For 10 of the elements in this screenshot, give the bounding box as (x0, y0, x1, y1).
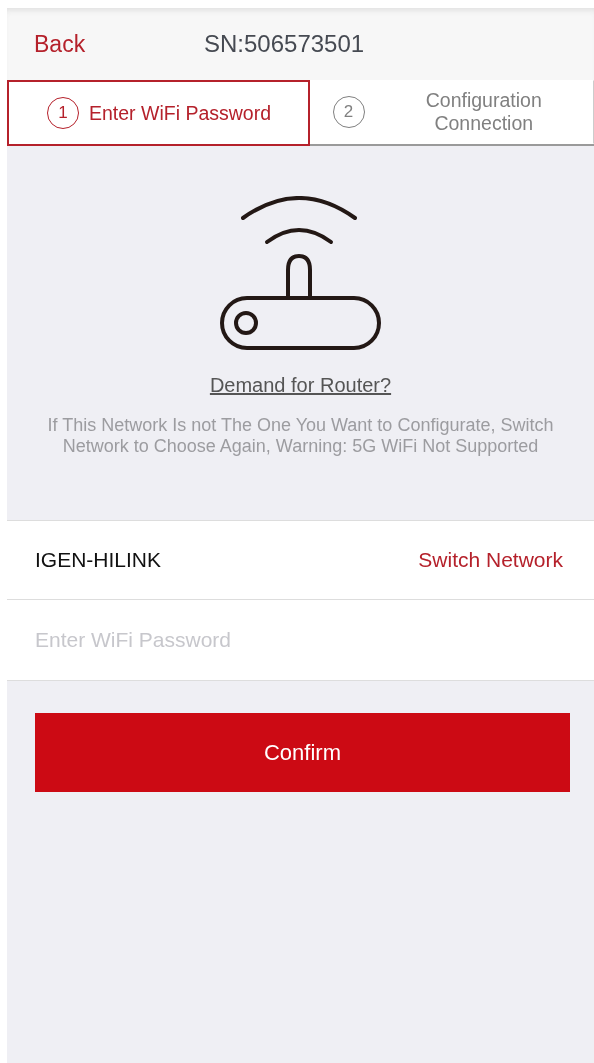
step-tab[interactable]: 2 Configuration Connection (309, 80, 594, 144)
password-field[interactable]: Enter WiFi Password (7, 600, 594, 681)
confirm-button[interactable]: Confirm (35, 713, 570, 792)
router-help-link[interactable]: Demand for Router? (209, 374, 392, 397)
page-title: SN:506573501 (204, 30, 365, 58)
back-link[interactable]: Back (34, 30, 204, 58)
network-name: IGEN-HILINK (35, 548, 162, 572)
network-hint: If This Network Is not The One You Want to Configurate, Switch Network to Choose Again, Warning: 5G WiFi Not Supported (46, 415, 555, 457)
switch-network-link[interactable]: Switch Network (418, 548, 563, 572)
step-tab[interactable]: 1 Enter WiFi Password (7, 80, 310, 146)
